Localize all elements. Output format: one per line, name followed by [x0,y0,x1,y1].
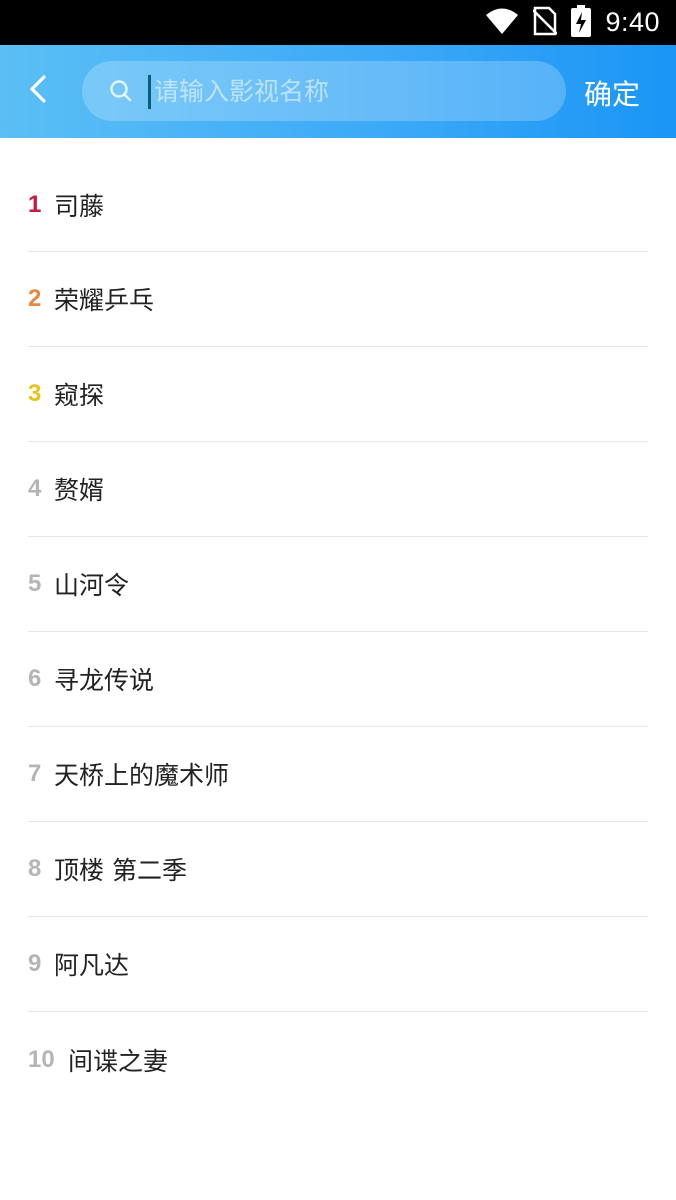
item-title: 间谍之妻 [68,1046,169,1076]
list-item[interactable]: 1 司藤 [28,138,648,252]
rank-number: 4 [28,475,42,502]
list-item[interactable]: 8 顶楼 第二季 [28,822,648,917]
list-item[interactable]: 4 赘婿 [28,442,648,537]
list-item[interactable]: 6 寻龙传说 [28,632,648,727]
item-title: 荣耀乒乓 [54,286,155,315]
item-title: 赘婿 [54,476,105,505]
confirm-button[interactable]: 确定 [584,73,640,113]
item-title: 山河令 [54,571,130,600]
search-input[interactable] [154,61,544,121]
rank-number: 8 [28,855,42,882]
item-title: 天桥上的魔术师 [54,761,230,790]
list-item[interactable]: 9 阿凡达 [28,917,648,1012]
search-box[interactable] [82,61,566,121]
search-icon [109,79,133,103]
rank-number: 1 [28,190,42,218]
text-cursor [148,75,151,109]
list-item[interactable]: 3 窥探 [28,347,648,442]
rank-number: 2 [28,285,42,312]
rank-number: 5 [28,570,42,597]
status-icons: 9:40 [485,0,660,45]
status-time: 9:40 [605,7,660,37]
no-sim-icon [532,6,559,40]
list-item[interactable]: 7 天桥上的魔术师 [28,727,648,822]
rank-number: 6 [28,665,42,692]
chevron-left-icon [27,74,49,108]
item-title: 窥探 [54,381,105,410]
back-button[interactable] [18,71,58,111]
list-item[interactable]: 2 荣耀乒乓 [28,252,648,347]
item-title: 司藤 [54,191,105,221]
search-header: 确定 [0,45,676,138]
hot-search-list: 1 司藤 2 荣耀乒乓 3 窥探 4 赘婿 5 山河令 6 寻龙传说 7 天桥上的魔术师 8 顶楼 第二季 9 阿… [0,138,676,1107]
rank-number: 7 [28,760,42,787]
list-item[interactable]: 10 间谍之妻 [28,1012,648,1107]
rank-number: 10 [28,1045,55,1073]
item-title: 阿凡达 [54,951,130,980]
rank-number: 9 [28,950,42,977]
item-title: 寻龙传说 [54,666,155,695]
item-title: 顶楼 第二季 [54,856,187,885]
status-bar: 9:40 [0,0,676,45]
battery-charging-icon [571,4,592,41]
rank-number: 3 [28,380,42,407]
wifi-icon [485,7,519,39]
list-item[interactable]: 5 山河令 [28,537,648,632]
